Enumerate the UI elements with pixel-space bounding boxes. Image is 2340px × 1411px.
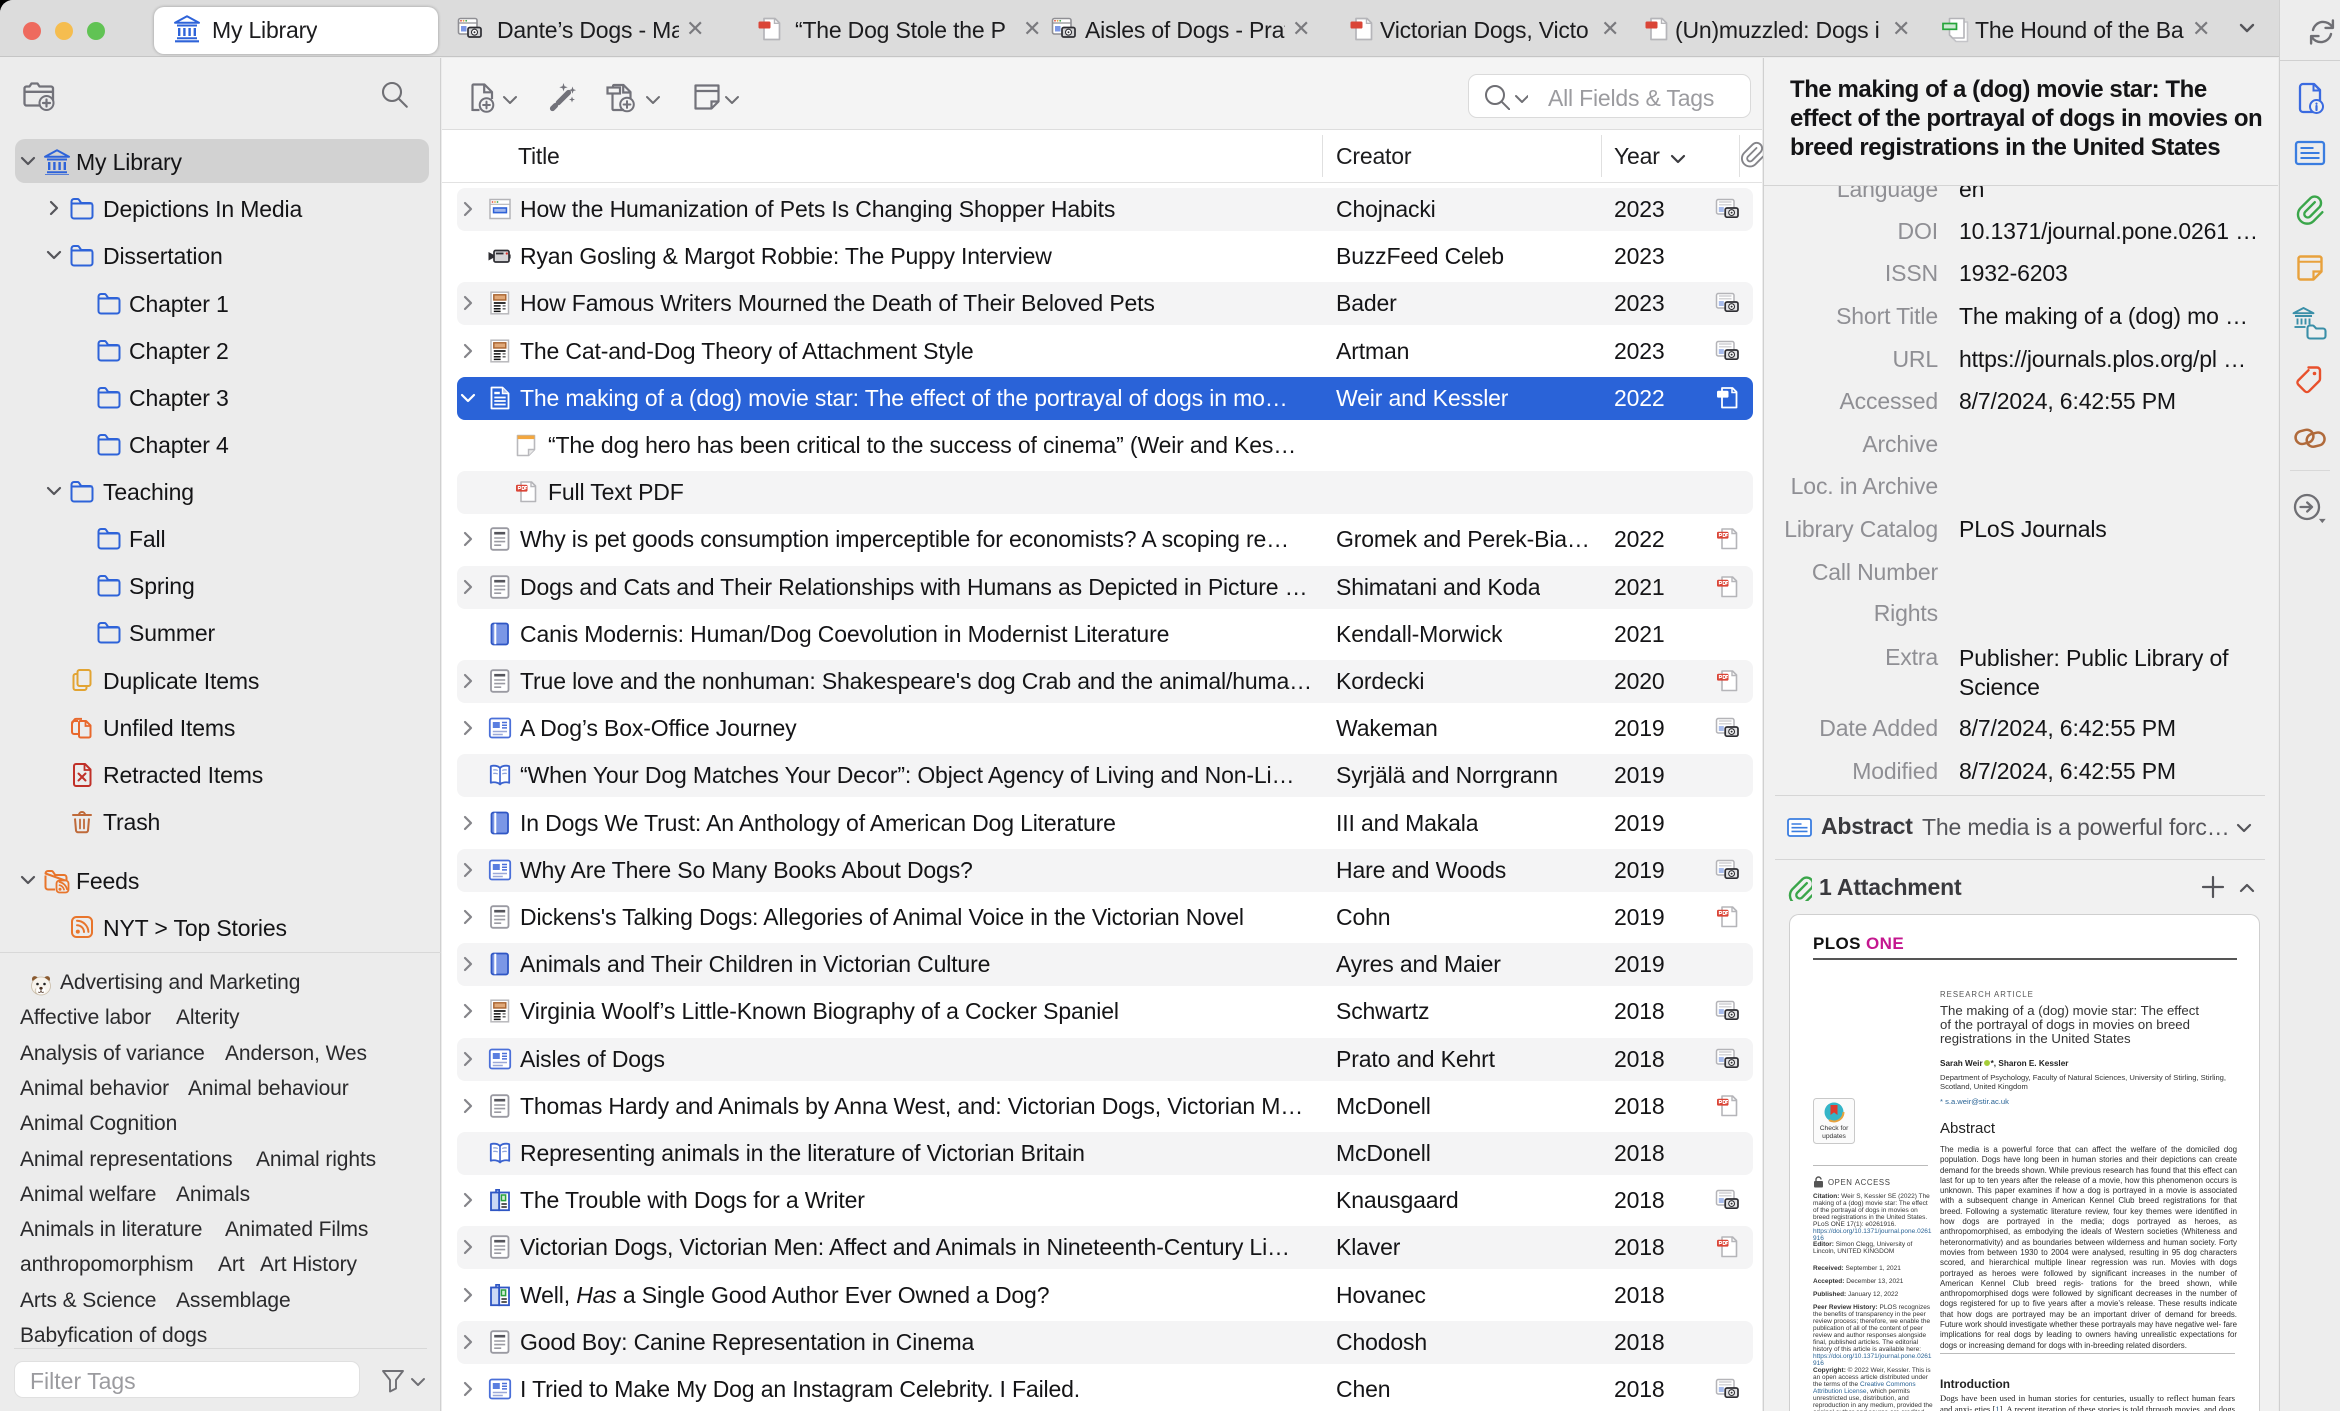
svg-text:Check for: Check for [1820,1125,1849,1132]
svg-text:updates: updates [1822,1133,1846,1140]
